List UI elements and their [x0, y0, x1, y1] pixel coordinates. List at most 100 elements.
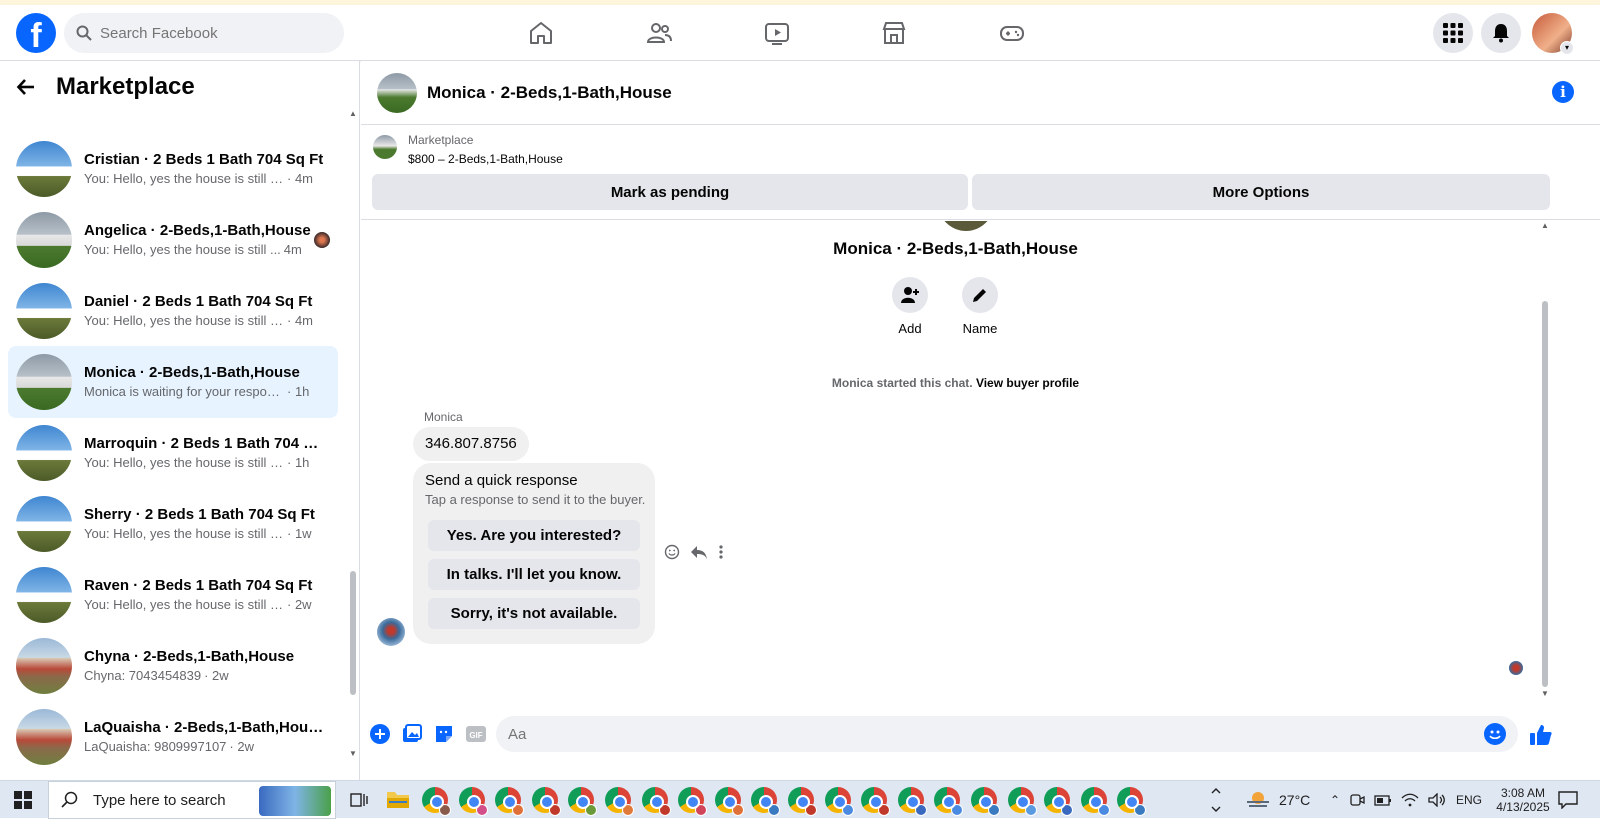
system-tray: ⌃ — [1330, 781, 1446, 819]
scroll-down-arrow-icon[interactable]: ▼ — [349, 749, 357, 758]
conversation-item[interactable]: Monica · 2-Beds,1-Bath,House Monica is wa… — [8, 346, 338, 418]
volume-icon[interactable] — [1428, 793, 1446, 807]
conversation-item[interactable]: LaQuaisha · 2-Beds,1-Bath,House LaQuaisha… — [8, 701, 338, 773]
show-hidden-icons-icon[interactable]: ⌃ — [1330, 793, 1340, 807]
task-view-icon[interactable] — [350, 791, 368, 809]
notifications-button[interactable] — [1481, 13, 1521, 53]
search-icon — [61, 791, 78, 808]
name-action[interactable]: Name — [950, 277, 1010, 336]
chrome-profile-icon[interactable] — [458, 787, 488, 816]
notification-center-icon[interactable] — [1558, 791, 1578, 809]
chrome-profile-icon[interactable] — [531, 787, 561, 816]
conversation-item[interactable]: Cristian · 2 Beds 1 Bath 704 Sq Ft You: H… — [8, 133, 338, 205]
emoji-icon[interactable] — [1484, 723, 1506, 745]
home-icon[interactable] — [527, 19, 555, 47]
chrome-profile-icon[interactable] — [605, 787, 634, 816]
menu-grid-button[interactable] — [1433, 13, 1473, 53]
conversation-item[interactable]: Angelica · 2-Beds,1-Bath,House You: Hello… — [8, 204, 338, 276]
search-bar[interactable] — [64, 13, 344, 53]
clock[interactable]: 3:08 AM 4/13/2025 — [1493, 781, 1553, 819]
search-input[interactable] — [100, 24, 320, 42]
windows-start-icon[interactable] — [14, 791, 32, 809]
message-input-box[interactable] — [496, 716, 1518, 752]
add-action[interactable]: Add — [880, 277, 940, 336]
conversation-item[interactable]: Chyna · 2-Beds,1-Bath,House Chyna: 704345… — [8, 630, 338, 702]
scroll-down-arrow-icon[interactable]: ▼ — [1540, 689, 1550, 698]
friends-icon[interactable] — [645, 19, 673, 47]
listing-price[interactable]: $800 – 2-Beds,1-Bath,House — [408, 152, 563, 166]
chrome-profile-icon[interactable] — [568, 787, 598, 816]
meet-now-icon[interactable] — [1349, 792, 1365, 808]
scroll-up-arrow-icon[interactable]: ▲ — [349, 109, 357, 118]
gif-button[interactable]: GIF — [465, 723, 487, 745]
chrome-profile-icon[interactable] — [678, 787, 708, 816]
more-actions-button[interactable] — [369, 723, 391, 745]
conversation-text: Marroquin · 2 Beds 1 Bath 704 S... You: H… — [84, 434, 324, 472]
chrome-profile-icon[interactable] — [824, 787, 854, 816]
chrome-profile-icon[interactable] — [934, 787, 964, 816]
pencil-icon — [973, 289, 986, 302]
profile-avatar[interactable]: ▾ — [1532, 13, 1574, 55]
react-emoji-icon[interactable] — [664, 544, 680, 560]
info-icon[interactable]: i — [1552, 81, 1574, 103]
chrome-profile-icon[interactable] — [1044, 787, 1074, 816]
watch-icon[interactable] — [763, 19, 791, 47]
battery-icon[interactable] — [1374, 793, 1392, 807]
sender-name: Monica — [424, 410, 463, 424]
chrome-profile-icon[interactable] — [897, 787, 927, 816]
scrollbar-thumb[interactable] — [1542, 301, 1548, 687]
mark-pending-button[interactable]: Mark as pending — [372, 174, 968, 210]
quick-reply-interested[interactable]: Yes. Are you interested? — [428, 520, 640, 551]
chrome-profile-icon[interactable] — [788, 787, 817, 816]
chrome-profile-icon[interactable] — [861, 787, 891, 816]
attach-photo-button[interactable] — [401, 723, 423, 745]
chrome-profile-icon[interactable] — [1007, 787, 1037, 816]
message-input[interactable] — [508, 725, 1468, 743]
chrome-profile-icon[interactable] — [1080, 787, 1110, 816]
conversation-item[interactable]: Sherry · 2 Beds 1 Bath 704 Sq Ft You: Hel… — [8, 488, 338, 560]
facebook-logo[interactable]: f — [16, 13, 56, 53]
chrome-profile-icon[interactable] — [971, 787, 1000, 816]
conversation-item[interactable]: Marroquin · 2 Beds 1 Bath 704 S... You: H… — [8, 417, 338, 489]
conversation-item[interactable]: Daniel · 2 Beds 1 Bath 704 Sq Ft You: Hel… — [8, 275, 338, 347]
chrome-profile-icon[interactable] — [751, 787, 781, 816]
sticker-button[interactable] — [433, 723, 455, 745]
chat-title[interactable]: Monica · 2-Beds,1-Bath,House — [427, 83, 672, 103]
conversation-item[interactable]: Raven · 2 Beds 1 Bath 704 Sq Ft You: Hell… — [8, 559, 338, 631]
chat-scrollbar[interactable]: ▲ ▼ — [1540, 221, 1550, 701]
chrome-profile-icon[interactable] — [714, 787, 744, 816]
language-indicator[interactable]: ENG — [1456, 781, 1482, 819]
scroll-up-arrow-icon[interactable]: ▲ — [1540, 221, 1550, 230]
weather-widget[interactable]: 27°C — [1245, 781, 1310, 819]
marketplace-icon[interactable] — [880, 19, 908, 47]
file-explorer-icon[interactable] — [386, 788, 410, 810]
chrome-profile-icon[interactable] — [495, 787, 525, 816]
chrome-profile-icon[interactable] — [1117, 787, 1147, 816]
sidebar-scrollbar[interactable]: ▲ ▼ — [349, 109, 357, 771]
profile-badge — [1061, 804, 1074, 816]
conversation-preview: You: Hello, yes the house is still av...… — [84, 170, 324, 188]
quick-reply-in-talks[interactable]: In talks. I'll let you know. — [428, 559, 640, 590]
profile-badge — [914, 804, 927, 816]
more-vertical-icon[interactable] — [718, 544, 724, 560]
reply-icon[interactable] — [690, 544, 708, 560]
back-arrow-icon[interactable] — [16, 77, 36, 97]
scrollbar-thumb[interactable] — [350, 571, 356, 695]
like-button[interactable] — [1529, 723, 1553, 747]
conversation-name: Marroquin · 2 Beds 1 Bath 704 S... — [84, 435, 324, 452]
listing-thumbnail[interactable] — [373, 135, 397, 159]
chrome-profile-icon[interactable] — [422, 787, 451, 816]
listing-thumbnail — [16, 212, 72, 268]
view-buyer-profile-link[interactable]: View buyer profile — [976, 376, 1079, 390]
taskbar-overflow-arrows-icon[interactable] — [1211, 787, 1221, 813]
sender-avatar[interactable] — [377, 618, 405, 646]
taskbar-search[interactable]: Type here to search — [48, 781, 336, 819]
wifi-icon[interactable] — [1401, 793, 1419, 807]
chrome-profile-icon[interactable] — [641, 787, 671, 816]
message-bubble[interactable]: 346.807.8756 — [413, 427, 529, 461]
quick-reply-not-available[interactable]: Sorry, it's not available. — [428, 598, 640, 629]
more-options-button[interactable]: More Options — [972, 174, 1550, 210]
chat-avatar[interactable] — [377, 72, 417, 113]
profile-badge — [548, 804, 561, 816]
gaming-icon[interactable] — [998, 19, 1026, 47]
